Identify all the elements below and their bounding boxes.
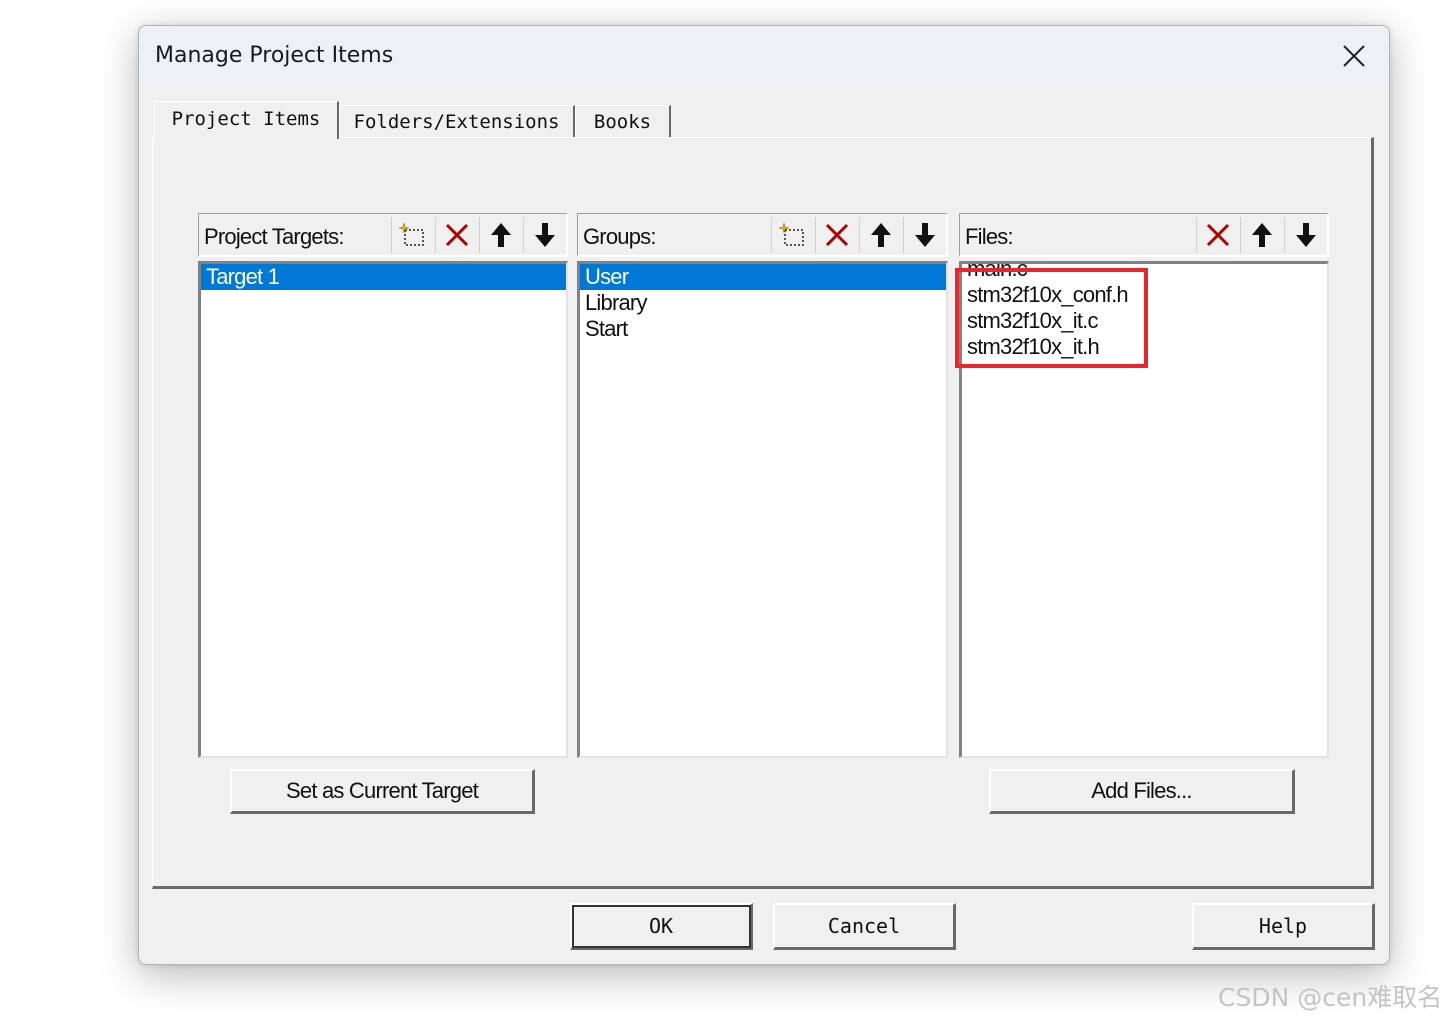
move-group-up-button[interactable] (859, 217, 901, 253)
add-files-button[interactable]: Add Files... (989, 769, 1295, 814)
move-file-up-button[interactable] (1240, 217, 1282, 253)
delete-icon (825, 223, 848, 247)
move-group-down-button[interactable] (903, 217, 945, 253)
list-item-file[interactable]: stm32f10x_it.h (962, 334, 1327, 360)
tab-folders-extensions[interactable]: Folders/Extensions (339, 105, 575, 137)
delete-icon (1206, 223, 1229, 247)
manage-project-items-dialog: Manage Project Items Project Items Folde… (138, 25, 1390, 965)
groups-label: Groups: (583, 224, 656, 249)
close-icon (1343, 45, 1365, 67)
new-item-icon (398, 222, 424, 246)
watermark: CSDN @cen难取名 (1218, 983, 1443, 1012)
move-target-down-button[interactable] (523, 217, 565, 253)
groups-header: Groups: (577, 213, 948, 257)
tab-project-items[interactable]: Project Items (154, 101, 339, 139)
list-item-target[interactable]: Target 1 (201, 264, 566, 290)
files-header: Files: (959, 213, 1329, 257)
new-group-button[interactable] (771, 217, 813, 253)
list-item-file[interactable]: main.c (962, 264, 1327, 282)
new-target-button[interactable] (391, 217, 433, 253)
window-title: Manage Project Items (155, 43, 394, 68)
list-item-group[interactable]: User (580, 264, 946, 290)
project-targets-list[interactable]: Target 1 (198, 261, 568, 758)
ok-button[interactable]: OK (570, 903, 753, 950)
delete-file-button[interactable] (1196, 217, 1238, 253)
move-up-icon (870, 223, 891, 247)
list-item-file[interactable]: stm32f10x_it.c (962, 308, 1327, 334)
move-up-icon (1251, 223, 1272, 247)
title-bar: Manage Project Items (139, 26, 1389, 86)
set-current-target-button[interactable]: Set as Current Target (230, 769, 535, 814)
move-down-icon (914, 223, 935, 247)
files-list[interactable]: main.c stm32f10x_conf.h stm32f10x_it.c s… (959, 261, 1329, 758)
move-up-icon (490, 223, 511, 247)
cancel-button[interactable]: Cancel (773, 903, 956, 950)
list-item-file[interactable]: stm32f10x_conf.h (962, 282, 1327, 308)
delete-target-button[interactable] (435, 217, 477, 253)
move-file-down-button[interactable] (1284, 217, 1326, 253)
new-item-icon (778, 222, 804, 246)
list-item-group[interactable]: Library (580, 290, 946, 316)
delete-icon (445, 223, 468, 247)
tab-books[interactable]: Books (575, 105, 671, 137)
list-item-group[interactable]: Start (580, 316, 946, 342)
groups-list[interactable]: User Library Start (577, 261, 948, 758)
move-down-icon (534, 223, 555, 247)
project-targets-label: Project Targets: (204, 224, 344, 249)
move-down-icon (1295, 223, 1316, 247)
help-button[interactable]: Help (1192, 903, 1375, 950)
project-targets-header: Project Targets: (198, 213, 568, 257)
files-label: Files: (965, 224, 1014, 249)
close-button[interactable] (1329, 36, 1379, 76)
move-target-up-button[interactable] (479, 217, 521, 253)
delete-group-button[interactable] (815, 217, 857, 253)
